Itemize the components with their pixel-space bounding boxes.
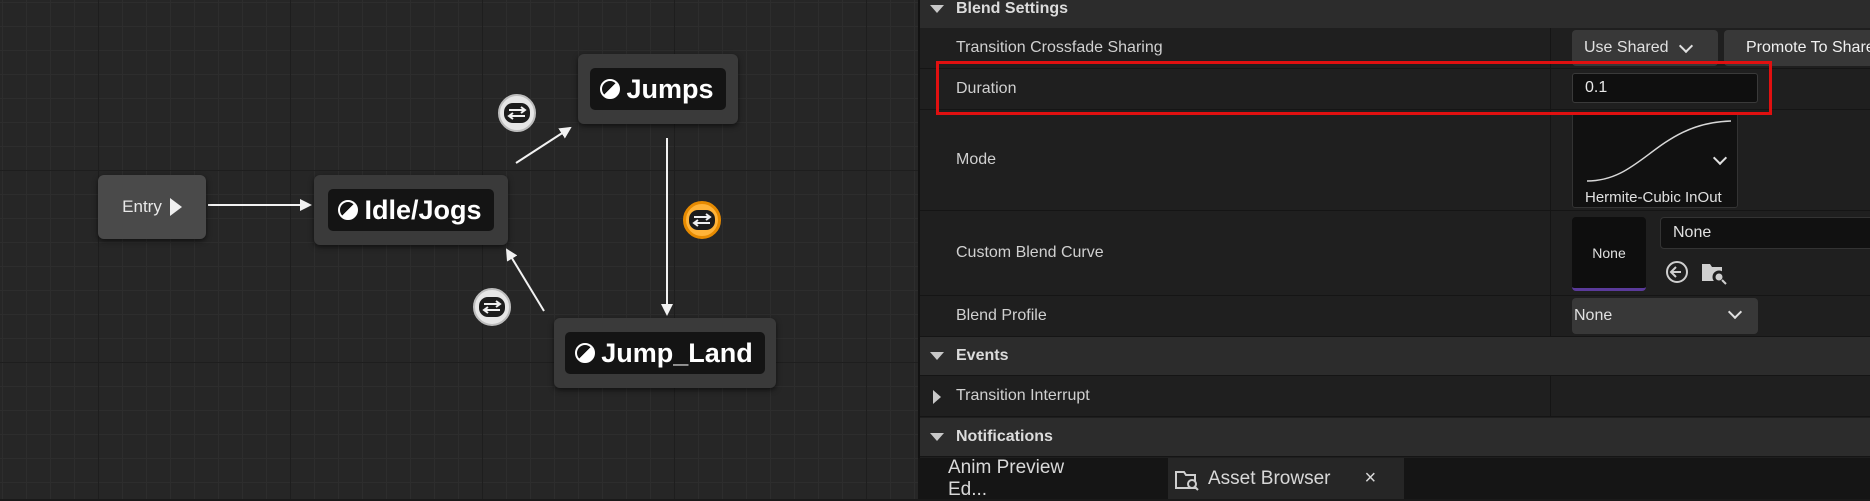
row-transition-interrupt[interactable]: Transition Interrupt bbox=[920, 376, 1870, 417]
use-selected-asset-icon[interactable] bbox=[1664, 259, 1690, 285]
chevron-down-icon bbox=[1678, 38, 1693, 53]
tab-anim-preview-editor[interactable]: Anim Preview Ed... bbox=[948, 456, 1108, 500]
state-label: Jump_Land bbox=[601, 337, 753, 368]
state-label: Jumps bbox=[626, 73, 714, 104]
land-to-idle-wire bbox=[505, 248, 545, 312]
hermite-curve-preview bbox=[1586, 120, 1732, 182]
details-panel: Blend Settings Transition Crossfade Shar… bbox=[918, 0, 1870, 458]
state-node-body: Jumps bbox=[590, 68, 726, 110]
state-label: Idle/Jogs bbox=[364, 194, 482, 225]
entry-node[interactable]: Entry bbox=[98, 175, 206, 239]
entry-label: Entry bbox=[122, 197, 162, 216]
expand-caret-icon[interactable] bbox=[930, 433, 944, 441]
property-label: Transition Interrupt bbox=[956, 387, 1090, 404]
expand-caret-icon[interactable] bbox=[933, 390, 941, 404]
close-icon[interactable]: × bbox=[1364, 467, 1376, 490]
column-divider bbox=[1550, 69, 1551, 109]
row-duration: Duration bbox=[920, 69, 1870, 110]
property-label: Mode bbox=[956, 151, 997, 168]
transition-rule-icon[interactable] bbox=[473, 288, 511, 326]
curve-asset-thumbnail[interactable]: None bbox=[1572, 217, 1646, 291]
bottom-tab-bar: Anim Preview Ed... Asset Browser × bbox=[918, 456, 1870, 500]
section-title: Events bbox=[956, 347, 1009, 364]
column-divider bbox=[1550, 28, 1551, 68]
button-label: Promote To Shared bbox=[1746, 39, 1870, 56]
tab-asset-browser[interactable]: Asset Browser × bbox=[1168, 458, 1404, 499]
dropdown-value: Use Shared bbox=[1584, 39, 1669, 56]
curve-asset-dropdown[interactable]: None bbox=[1660, 217, 1870, 249]
section-title: Blend Settings bbox=[956, 0, 1069, 17]
tab-label: Asset Browser bbox=[1208, 467, 1331, 489]
property-label: Duration bbox=[956, 80, 1017, 97]
column-divider bbox=[1550, 296, 1551, 336]
browse-asset-icon[interactable] bbox=[1700, 259, 1728, 285]
crossfade-sharing-dropdown[interactable]: Use Shared bbox=[1572, 30, 1718, 66]
property-label: Custom Blend Curve bbox=[956, 244, 1104, 261]
state-icon bbox=[575, 343, 596, 363]
property-label: Transition Crossfade Sharing bbox=[956, 39, 1163, 56]
section-notifications[interactable]: Notifications bbox=[920, 418, 1870, 457]
idle-to-jumps-wire bbox=[515, 126, 572, 164]
entry-pin-icon[interactable] bbox=[169, 198, 182, 216]
transition-rule-icon[interactable] bbox=[498, 94, 536, 132]
dropdown-value: None bbox=[1574, 307, 1613, 324]
column-divider bbox=[1550, 376, 1551, 416]
state-node-jump-land[interactable]: Jump_Land bbox=[554, 318, 776, 388]
transition-rule-icon-selected[interactable] bbox=[683, 201, 721, 239]
state-node-body: Jump_Land bbox=[565, 332, 765, 374]
row-mode: Mode Hermite-Cubic InOut bbox=[920, 110, 1870, 211]
property-label: Blend Profile bbox=[956, 307, 1047, 324]
section-title: Notifications bbox=[956, 428, 1053, 445]
dropdown-value: None bbox=[1673, 224, 1712, 241]
blend-mode-label: Hermite-Cubic InOut bbox=[1585, 189, 1722, 206]
blend-profile-dropdown[interactable]: None bbox=[1572, 298, 1758, 334]
state-node-jumps[interactable]: Jumps bbox=[578, 54, 738, 124]
chevron-down-icon bbox=[1727, 304, 1743, 320]
expand-caret-icon[interactable] bbox=[930, 5, 944, 13]
state-icon bbox=[338, 200, 359, 220]
transition-wires bbox=[208, 126, 673, 316]
blend-mode-selector[interactable]: Hermite-Cubic InOut bbox=[1572, 112, 1738, 208]
thumbnail-label: None bbox=[1592, 244, 1626, 261]
section-events[interactable]: Events bbox=[920, 337, 1870, 376]
column-divider bbox=[1550, 211, 1551, 295]
state-machine-graph[interactable]: Entry Idle/Jogs Jumps Jump_Land bbox=[0, 0, 918, 499]
row-blend-profile: Blend Profile None bbox=[920, 296, 1870, 337]
promote-to-shared-button[interactable]: Promote To Shared bbox=[1724, 30, 1870, 66]
section-blend-settings[interactable]: Blend Settings bbox=[920, 0, 1870, 29]
state-icon bbox=[600, 79, 621, 99]
state-node-idle-jogs[interactable]: Idle/Jogs bbox=[314, 175, 508, 245]
duration-input[interactable] bbox=[1572, 73, 1758, 103]
asset-browser-icon bbox=[1175, 470, 1199, 491]
row-crossfade-sharing: Transition Crossfade Sharing Use Shared … bbox=[920, 28, 1870, 69]
column-divider bbox=[1550, 110, 1551, 210]
state-node-body: Idle/Jogs bbox=[328, 189, 494, 231]
row-custom-blend-curve: Custom Blend Curve None None bbox=[920, 211, 1870, 296]
tab-label: Anim Preview Ed... bbox=[948, 456, 1065, 500]
expand-caret-icon[interactable] bbox=[930, 352, 944, 360]
